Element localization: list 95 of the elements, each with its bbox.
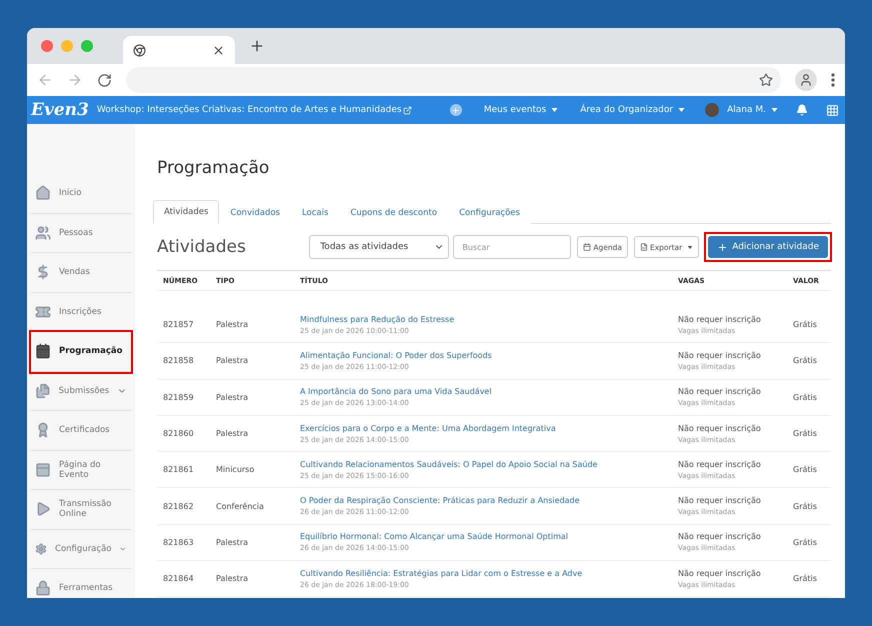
table-cell-text: Minicurso xyxy=(216,465,256,474)
sidebar-item[interactable]: Submissões xyxy=(31,372,131,411)
activity-link[interactable]: Cultivando Resiliência: Estratégias para Lidar com o Estresse e a Adve xyxy=(300,568,672,578)
browser-logo-icon xyxy=(133,44,146,56)
table-cell-text: Grátis xyxy=(793,320,818,330)
activity-link[interactable]: O Poder da Respiração Consciente: Práticas para Reduzir a Ansiedade xyxy=(300,496,672,506)
lock-icon xyxy=(35,580,51,596)
page-title: Programação xyxy=(157,158,270,178)
sidebar-item[interactable]: Programação xyxy=(31,332,131,372)
bell-icon xyxy=(796,104,808,116)
table-cell-text: 821860 xyxy=(163,429,195,438)
table-cell-text: Palestra xyxy=(216,574,250,584)
sidebar-item[interactable]: Pessoas xyxy=(31,214,131,253)
user-avatar[interactable] xyxy=(705,103,720,117)
table-cell-text: 821861 xyxy=(163,465,195,474)
table-cell-text: Palestra xyxy=(216,429,250,438)
table-cell-text: Palestra xyxy=(216,320,250,330)
forward-arrow-icon xyxy=(67,72,83,88)
people-icon xyxy=(35,224,51,241)
caret-icon xyxy=(678,108,686,112)
sidebar-item[interactable]: Configuração xyxy=(31,530,131,569)
add-activity-button[interactable]: Adicionar atividade xyxy=(708,236,828,258)
table-cell-text: 821864 xyxy=(163,574,195,584)
ticket-icon xyxy=(35,304,51,320)
user-menu[interactable]: Alana M. xyxy=(727,105,778,115)
header-menu[interactable]: Meus eventos xyxy=(484,105,558,115)
spreadsheet-icon xyxy=(640,243,648,251)
sidebar-item[interactable]: Inscrições xyxy=(31,292,131,332)
calendar-icon xyxy=(35,343,51,360)
filter-dropdown[interactable]: Todas as atividades xyxy=(309,235,450,259)
close-window-icon[interactable] xyxy=(41,40,53,52)
sidebar-item[interactable]: Página do Evento xyxy=(31,450,131,490)
registration-status: Não requer inscrição xyxy=(678,314,762,324)
reload-icon xyxy=(97,72,112,88)
activity-link[interactable]: Cultivando Relacionamentos Saudáveis: O Papel do Apoio Social na Saúde xyxy=(300,460,672,469)
table-cell-text: 821859 xyxy=(163,392,195,402)
registration-status: Não requer inscrição xyxy=(678,532,762,542)
table-cell-text: 821857 xyxy=(163,320,195,330)
sidebar-item[interactable]: Vendas xyxy=(31,253,131,292)
caret-icon xyxy=(687,246,694,248)
table-cell-text: 821862 xyxy=(163,502,195,511)
star-icon xyxy=(759,73,773,87)
settings-icon xyxy=(35,540,48,557)
sidebar-item[interactable]: Certificados xyxy=(31,411,131,450)
table-cell-text: Conferência xyxy=(216,502,265,511)
table-cell-text: Grátis xyxy=(793,356,818,366)
registration-status: Não requer inscrição xyxy=(678,424,762,433)
registration-status: Não requer inscrição xyxy=(678,460,762,469)
table-cell-text: Grátis xyxy=(793,502,818,511)
play-icon xyxy=(35,501,51,518)
activity-link[interactable]: Exercícios para o Corpo e a Mente: Uma Abordagem Integrativa xyxy=(300,424,672,433)
sidebar-item[interactable]: Ferramentas xyxy=(31,569,131,598)
section-title: Atividades xyxy=(157,237,247,257)
search-field[interactable]: Buscar xyxy=(453,235,572,259)
tab[interactable]: Atividades xyxy=(153,200,220,224)
table-cell-text: Palestra xyxy=(216,392,250,402)
registration-status: Não requer inscrição xyxy=(678,496,762,506)
activity-link[interactable]: A Importância do Sono para uma Vida Saudável xyxy=(300,387,672,396)
browser-page-icon xyxy=(35,462,51,478)
external-link-icon xyxy=(402,106,412,114)
logo[interactable]: Even3 xyxy=(31,100,89,120)
sidebar-item[interactable]: Transmissão Online xyxy=(31,490,131,530)
add-icon[interactable] xyxy=(450,104,462,116)
table-cell-text: Grátis xyxy=(793,538,818,547)
table-cell-text: Grátis xyxy=(793,392,818,402)
table-cell-text: 821863 xyxy=(163,538,195,547)
table-cell-text: Palestra xyxy=(216,538,250,547)
caret-icon xyxy=(771,108,778,112)
maximize-window-icon[interactable] xyxy=(81,40,93,52)
registration-status: Não requer inscrição xyxy=(678,568,762,578)
table-cell-text: Palestra xyxy=(216,356,250,366)
plus-icon xyxy=(717,242,728,252)
event-title[interactable]: Workshop: Interseções Criativas: Encontro de Artes e Humanidades xyxy=(96,105,402,115)
activity-link[interactable]: Alimentação Funcional: O Poder dos Superfoods xyxy=(300,350,672,360)
calendar-icon xyxy=(583,243,592,251)
header-menu[interactable]: Área do Organizador xyxy=(580,105,686,115)
registration-status: Não requer inscrição xyxy=(678,350,762,360)
apps-grid-icon xyxy=(826,104,839,116)
close-icon xyxy=(212,44,225,56)
documents-icon xyxy=(35,382,51,399)
minimize-window-icon[interactable] xyxy=(61,40,73,52)
table-cell-text: 821858 xyxy=(163,356,195,366)
menu-icon[interactable] xyxy=(831,73,835,87)
browser-tab[interactable] xyxy=(123,36,235,64)
table-cell-text: Grátis xyxy=(793,429,818,438)
activity-link[interactable]: Mindfulness para Redução do Estresse xyxy=(300,314,672,324)
sidebar-item[interactable]: Início xyxy=(31,174,131,214)
registration-status: Não requer inscrição xyxy=(678,387,762,396)
profile-avatar[interactable] xyxy=(795,69,817,91)
new-tab-icon xyxy=(249,38,265,54)
table-cell-text: Grátis xyxy=(793,574,818,584)
caret-icon xyxy=(551,108,558,112)
activity-link[interactable]: Equilíbrio Hormonal: Como Alcançar uma Saúde Hormonal Optimal xyxy=(300,532,672,542)
table-cell-text: Grátis xyxy=(793,465,818,474)
house-icon xyxy=(35,185,51,202)
